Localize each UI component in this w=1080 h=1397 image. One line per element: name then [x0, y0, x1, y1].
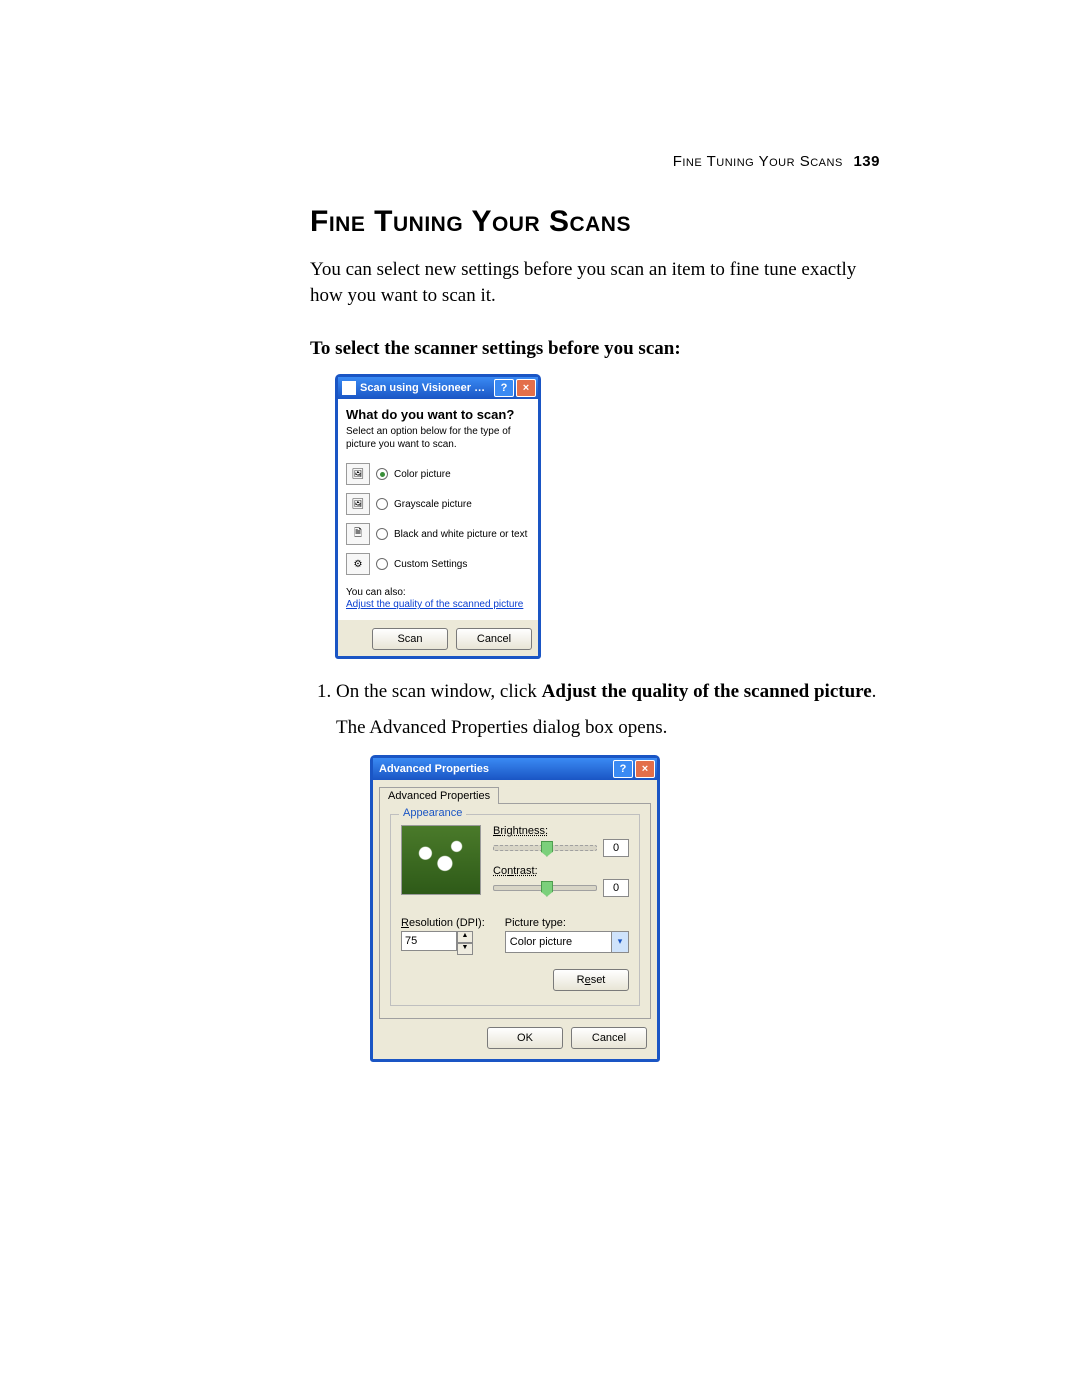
dialog-body: What do you want to scan? Select an opti…	[338, 399, 538, 620]
steps-list: On the scan window, click Adjust the qua…	[310, 679, 896, 740]
resolution-column: Resolution (DPI): ▲ ▼	[401, 917, 485, 955]
picture-type-column: Picture type: Color picture ▾	[505, 917, 629, 955]
option-color[interactable]: 🖼 Color picture	[346, 459, 530, 489]
window-title: Advanced Properties	[377, 763, 611, 775]
figure-scan-dialog: Scan using Visioneer Strobe… ? × What do…	[335, 374, 920, 659]
spin-up-icon[interactable]: ▲	[457, 931, 473, 943]
cancel-button[interactable]: Cancel	[456, 628, 532, 650]
radio-grayscale[interactable]	[376, 498, 388, 510]
help-button[interactable]: ?	[613, 760, 633, 778]
option-label: Black and white picture or text	[394, 529, 527, 540]
picture-type-value: Color picture	[510, 936, 572, 948]
titlebar: Advanced Properties ? ×	[373, 758, 657, 780]
close-button[interactable]: ×	[635, 760, 655, 778]
ok-button[interactable]: OK	[487, 1027, 563, 1049]
option-grayscale[interactable]: 🖼 Grayscale picture	[346, 489, 530, 519]
bw-text-icon: 🗎	[346, 523, 370, 545]
group-legend: Appearance	[399, 807, 466, 819]
window-icon	[342, 381, 356, 395]
step-1-bold: Adjust the quality of the scanned pictur…	[542, 681, 872, 702]
custom-settings-icon: ⚙	[346, 553, 370, 575]
advanced-properties-window: Advanced Properties ? × Advanced Propert…	[370, 755, 660, 1062]
figure-advanced-properties: Advanced Properties ? × Advanced Propert…	[370, 755, 920, 1062]
resolution-label: Resolution (DPI):	[401, 917, 485, 929]
picture-type-select[interactable]: Color picture ▾	[505, 931, 629, 953]
brightness-value: 0	[603, 839, 629, 857]
option-custom[interactable]: ⚙ Custom Settings	[346, 549, 530, 579]
tab-panel: Appearance Brightness: 0 Contrast:	[379, 803, 651, 1019]
slider-thumb[interactable]	[541, 841, 553, 857]
chevron-down-icon[interactable]: ▾	[611, 932, 628, 952]
step-1-after: The Advanced Properties dialog box opens…	[336, 715, 896, 741]
grayscale-picture-icon: 🖼	[346, 493, 370, 515]
section-title: Fine Tuning Your Scans	[310, 205, 920, 239]
option-label: Grayscale picture	[394, 499, 472, 510]
contrast-value: 0	[603, 879, 629, 897]
dialog-footer: OK Cancel	[379, 1019, 651, 1053]
step-1-post: .	[872, 681, 877, 702]
radio-bw[interactable]	[376, 528, 388, 540]
you-can-also-label: You can also:	[346, 587, 530, 598]
resolution-input[interactable]	[401, 931, 457, 951]
option-bw[interactable]: 🗎 Black and white picture or text	[346, 519, 530, 549]
contrast-label: Contrast:	[493, 865, 629, 877]
brightness-label: Brightness:	[493, 825, 629, 837]
scan-instruction: Select an option below for the type of p…	[346, 426, 530, 451]
slider-track[interactable]	[493, 845, 597, 851]
window-title: Scan using Visioneer Strobe…	[360, 382, 492, 394]
tab-advanced-properties[interactable]: Advanced Properties	[379, 787, 499, 804]
appearance-group: Appearance Brightness: 0 Contrast:	[390, 814, 640, 1006]
contrast-slider[interactable]: 0	[493, 879, 629, 897]
titlebar: Scan using Visioneer Strobe… ? ×	[338, 377, 538, 399]
help-button[interactable]: ?	[494, 379, 514, 397]
close-button[interactable]: ×	[516, 379, 536, 397]
page-number: 139	[853, 153, 880, 170]
slider-track[interactable]	[493, 885, 597, 891]
reset-button[interactable]: Reset	[553, 969, 629, 991]
running-header: Fine Tuning Your Scans 139	[673, 153, 880, 170]
option-label: Custom Settings	[394, 559, 467, 570]
cancel-button[interactable]: Cancel	[571, 1027, 647, 1049]
brightness-slider[interactable]: 0	[493, 839, 629, 857]
picture-type-label: Picture type:	[505, 917, 629, 929]
adjust-quality-link[interactable]: Adjust the quality of the scanned pictur…	[346, 599, 523, 610]
slider-thumb[interactable]	[541, 881, 553, 897]
resolution-spinner[interactable]: ▲ ▼	[457, 931, 473, 955]
spin-down-icon[interactable]: ▼	[457, 943, 473, 955]
running-title: Fine Tuning Your Scans	[673, 153, 843, 170]
dialog-footer: Scan Cancel	[338, 620, 538, 656]
scan-button[interactable]: Scan	[372, 628, 448, 650]
scan-heading: What do you want to scan?	[346, 407, 530, 422]
dialog-body: Advanced Properties Appearance Brightnes…	[373, 780, 657, 1059]
step-1: On the scan window, click Adjust the qua…	[336, 679, 896, 740]
step-1-pre: On the scan window, click	[336, 681, 542, 702]
scan-dialog-window: Scan using Visioneer Strobe… ? × What do…	[335, 374, 541, 659]
intro-paragraph: You can select new settings before you s…	[310, 257, 880, 308]
lead-in: To select the scanner settings before yo…	[310, 338, 920, 360]
preview-image	[401, 825, 481, 895]
radio-color[interactable]	[376, 468, 388, 480]
radio-custom[interactable]	[376, 558, 388, 570]
color-picture-icon: 🖼	[346, 463, 370, 485]
option-label: Color picture	[394, 469, 451, 480]
